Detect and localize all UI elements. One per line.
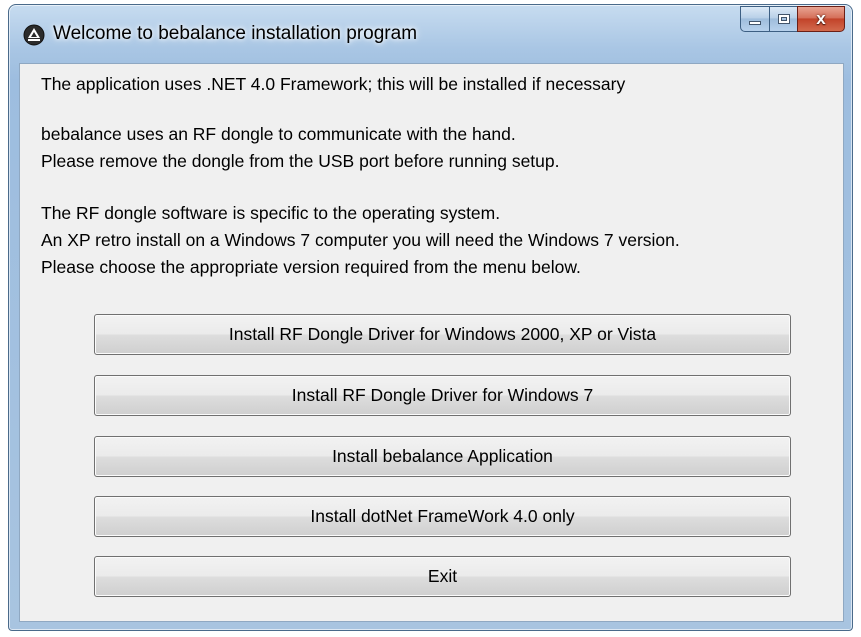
- minimize-icon: [749, 21, 761, 25]
- install-driver-xp-vista-button[interactable]: Install RF Dongle Driver for Windows 200…: [94, 314, 791, 355]
- exit-button[interactable]: Exit: [94, 556, 791, 597]
- dongle-info: bebalance uses an RF dongle to communica…: [41, 124, 516, 144]
- maximize-icon: [778, 14, 790, 24]
- maximize-button[interactable]: [769, 6, 797, 32]
- dialog-client-area: The application uses .NET 4.0 Framework;…: [19, 63, 844, 622]
- minimize-button[interactable]: [740, 6, 769, 32]
- install-application-button[interactable]: Install bebalance Application: [94, 436, 791, 477]
- app-logo-icon: [23, 24, 45, 46]
- window-title: Welcome to bebalance installation progra…: [53, 23, 418, 44]
- caption-buttons: x: [740, 6, 845, 32]
- installer-window: Welcome to bebalance installation progra…: [8, 4, 853, 631]
- close-icon: x: [816, 9, 826, 28]
- title-bar[interactable]: Welcome to bebalance installation progra…: [9, 5, 852, 63]
- dongle-remove-instruction: Please remove the dongle from the USB po…: [41, 151, 560, 171]
- close-button[interactable]: x: [797, 6, 845, 32]
- install-dotnet-button[interactable]: Install dotNet FrameWork 4.0 only: [94, 496, 791, 537]
- framework-notice: The application uses .NET 4.0 Framework;…: [41, 74, 626, 94]
- xp-retro-notice: An XP retro install on a Windows 7 compu…: [41, 230, 680, 250]
- choose-version-instruction: Please choose the appropriate version re…: [41, 257, 581, 277]
- os-specific-notice: The RF dongle software is specific to th…: [41, 203, 501, 223]
- install-driver-win7-button[interactable]: Install RF Dongle Driver for Windows 7: [94, 375, 791, 416]
